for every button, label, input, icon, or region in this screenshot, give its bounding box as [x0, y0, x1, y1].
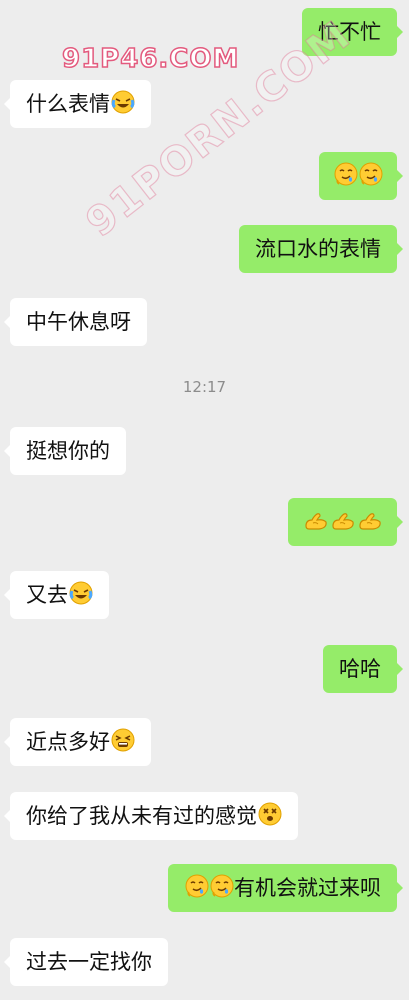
- drooling-icon: [185, 867, 209, 915]
- message-bubble-incoming[interactable]: 你给了我从未有过的感觉: [4, 792, 298, 843]
- message-bubble-outgoing[interactable]: [319, 152, 403, 203]
- message-text: 近点多好: [26, 730, 110, 754]
- message-text: 有机会就过来呗: [234, 876, 381, 900]
- drooling-icon: [359, 155, 383, 203]
- watermark-logo: 91P46.COM: [61, 43, 240, 75]
- message-text: 流口水的表情: [255, 237, 381, 261]
- message-bubble-incoming[interactable]: 近点多好: [4, 718, 151, 769]
- message-bubble-outgoing[interactable]: 哈哈: [323, 645, 403, 693]
- message-text: 什么表情: [26, 92, 110, 116]
- tired-face-icon: [111, 721, 135, 769]
- crying-laughing-icon: [111, 83, 135, 131]
- message-bubble-incoming[interactable]: 过去一定找你: [4, 938, 168, 986]
- flexed-arm-icon: [330, 501, 356, 549]
- message-bubble-incoming[interactable]: 什么表情: [4, 80, 151, 131]
- message-text: 过去一定找你: [26, 950, 152, 974]
- message-bubble-incoming[interactable]: 又去: [4, 571, 109, 622]
- crying-laughing-icon: [69, 574, 93, 622]
- chat-area[interactable]: 忙不忙 91P46.COM 什么表情 流口水的表情 91PORN.COM 中午休…: [0, 0, 409, 1000]
- message-bubble-incoming[interactable]: 挺想你的: [4, 427, 126, 475]
- message-text: 挺想你的: [26, 439, 110, 463]
- flexed-arm-icon: [357, 501, 383, 549]
- message-text: 哈哈: [339, 657, 381, 681]
- message-bubble-outgoing[interactable]: 有机会就过来呗: [168, 864, 403, 915]
- message-text: 中午休息呀: [26, 310, 131, 334]
- message-bubble-incoming[interactable]: 中午休息呀: [4, 298, 147, 346]
- message-text: 你给了我从未有过的感觉: [26, 804, 257, 828]
- message-text: 忙不忙: [318, 20, 381, 44]
- drooling-icon: [334, 155, 358, 203]
- message-timestamp: 12:17: [182, 378, 227, 396]
- message-text: 又去: [26, 583, 68, 607]
- message-bubble-outgoing[interactable]: 忙不忙: [302, 8, 403, 56]
- flexed-arm-icon: [303, 501, 329, 549]
- drooling-icon: [210, 867, 234, 915]
- message-bubble-outgoing[interactable]: [288, 498, 403, 549]
- message-bubble-outgoing[interactable]: 流口水的表情: [239, 225, 403, 273]
- dizzy-face-icon: [258, 795, 282, 843]
